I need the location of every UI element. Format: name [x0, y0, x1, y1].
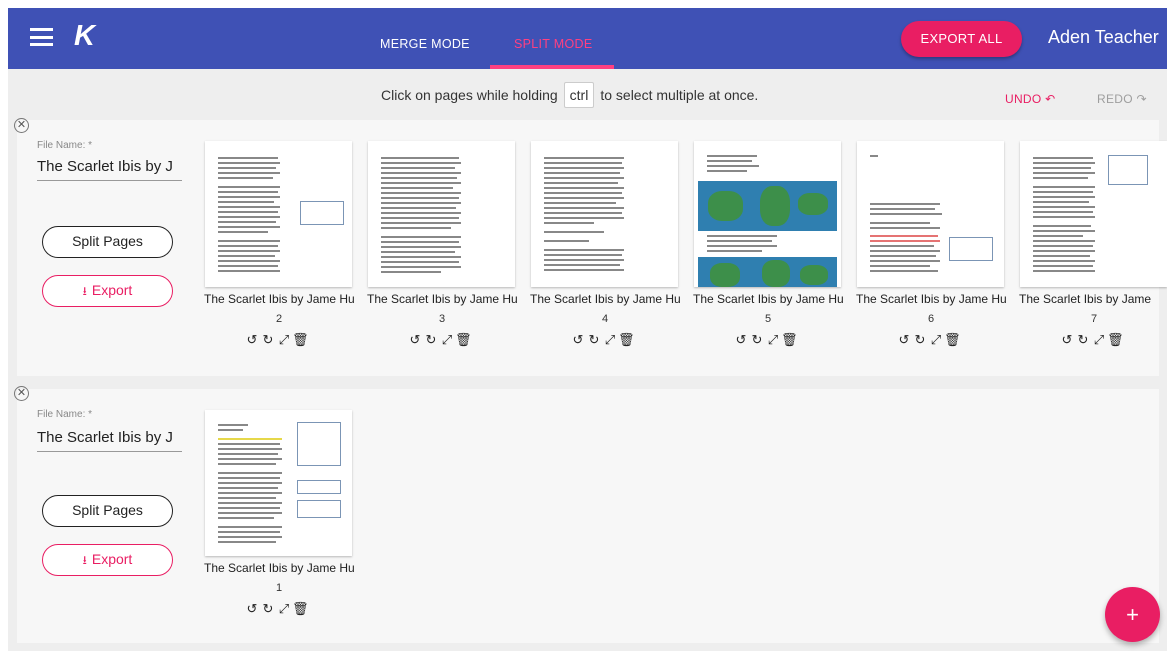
page-number: 2: [275, 313, 283, 325]
page-actions: ↺ ↻ ⤢ 🗑: [244, 332, 309, 348]
page-thumbnail[interactable]: [531, 141, 678, 287]
delete-icon[interactable]: 🗑: [781, 332, 798, 348]
page-number: 3: [438, 313, 446, 325]
split-pages-button[interactable]: Split Pages: [42, 495, 173, 527]
redo-button[interactable]: REDO ↷: [1097, 92, 1147, 106]
page-number: 7: [1090, 313, 1098, 325]
rotate-left-icon[interactable]: ↺: [244, 332, 260, 348]
rotate-left-icon[interactable]: ↺: [244, 601, 260, 617]
file-name-input[interactable]: The Scarlet Ibis by J: [37, 429, 182, 452]
page-title: The Scarlet Ibis by Jame: [1019, 292, 1152, 306]
expand-icon[interactable]: ⤢: [928, 332, 944, 348]
delete-icon[interactable]: 🗑: [1107, 332, 1124, 348]
rotate-left-icon[interactable]: ↺: [733, 332, 749, 348]
page-actions: ↺ ↻ ⤢ 🗑: [896, 332, 961, 348]
app-logo: K: [74, 20, 95, 52]
page-thumbnail[interactable]: [1020, 141, 1167, 287]
expand-icon[interactable]: ⤢: [602, 332, 618, 348]
page-thumbnail[interactable]: [857, 141, 1004, 287]
page-number: 4: [601, 313, 609, 325]
export-label: Export: [91, 282, 133, 298]
rotate-left-icon[interactable]: ↺: [1059, 332, 1075, 348]
rotate-left-icon[interactable]: ↺: [896, 332, 912, 348]
rotate-right-icon[interactable]: ↻: [749, 332, 765, 348]
expand-icon[interactable]: ⤢: [276, 601, 292, 617]
file-name-label: File Name: *: [37, 140, 93, 151]
page-number: 5: [764, 313, 772, 325]
rotate-right-icon[interactable]: ↻: [260, 332, 276, 348]
page-actions: ↺ ↻ ⤢ 🗑: [407, 332, 472, 348]
page-title: The Scarlet Ibis by Jame Hu: [204, 292, 355, 306]
tab-merge-mode[interactable]: MERGE MODE: [380, 37, 470, 51]
page-title: The Scarlet Ibis by Jame Hu: [204, 561, 355, 575]
page-title: The Scarlet Ibis by Jame Hu: [856, 292, 1007, 306]
download-icon: ⭳: [82, 284, 87, 298]
menu-icon[interactable]: [30, 28, 53, 46]
page-thumbnail[interactable]: [368, 141, 515, 287]
page-thumbnail[interactable]: [205, 410, 352, 556]
expand-icon[interactable]: ⤢: [276, 332, 292, 348]
instruction-text: Click on pages while holding ctrl to selec…: [381, 82, 758, 108]
expand-icon[interactable]: ⤢: [1091, 332, 1107, 348]
page-title: The Scarlet Ibis by Jame Hu: [693, 292, 844, 306]
page-thumbnail[interactable]: [205, 141, 352, 287]
page-title: The Scarlet Ibis by Jame Hu: [530, 292, 681, 306]
file-name-input[interactable]: The Scarlet Ibis by J: [37, 158, 182, 181]
rotate-right-icon[interactable]: ↻: [423, 332, 439, 348]
instruction-post: to select multiple at once.: [600, 87, 759, 103]
split-pages-button[interactable]: Split Pages: [42, 226, 173, 258]
page-actions: ↺ ↻ ⤢ 🗑: [570, 332, 635, 348]
page-actions: ↺ ↻ ⤢ 🗑: [733, 332, 798, 348]
remove-file-button[interactable]: ✕: [14, 118, 29, 133]
file-panel: File Name: * The Scarlet Ibis by J Split…: [17, 389, 1159, 643]
export-button[interactable]: ⭳ Export: [42, 275, 173, 307]
expand-icon[interactable]: ⤢: [439, 332, 455, 348]
page-number: 6: [927, 313, 935, 325]
file-panel: File Name: * The Scarlet Ibis by J Split…: [17, 120, 1167, 376]
export-button[interactable]: ⭳ Export: [42, 544, 173, 576]
page-actions: ↺ ↻ ⤢ 🗑: [244, 601, 309, 617]
add-file-button[interactable]: +: [1105, 587, 1160, 642]
download-icon: ⭳: [82, 553, 87, 567]
app-bar: K MERGE MODE SPLIT MODE EXPORT ALL Aden …: [8, 8, 1167, 69]
page-title: The Scarlet Ibis by Jame Hu: [367, 292, 518, 306]
delete-icon[interactable]: 🗑: [292, 601, 309, 617]
remove-file-button[interactable]: ✕: [14, 386, 29, 401]
file-name-label: File Name: *: [37, 409, 93, 420]
rotate-right-icon[interactable]: ↻: [586, 332, 602, 348]
expand-icon[interactable]: ⤢: [765, 332, 781, 348]
rotate-right-icon[interactable]: ↻: [260, 601, 276, 617]
tab-split-mode[interactable]: SPLIT MODE: [514, 37, 592, 51]
rotate-right-icon[interactable]: ↻: [912, 332, 928, 348]
delete-icon[interactable]: 🗑: [944, 332, 961, 348]
rotate-left-icon[interactable]: ↺: [570, 332, 586, 348]
delete-icon[interactable]: 🗑: [618, 332, 635, 348]
page-actions: ↺ ↻ ⤢ 🗑: [1059, 332, 1124, 348]
page-thumbnail[interactable]: [694, 141, 841, 287]
delete-icon[interactable]: 🗑: [455, 332, 472, 348]
export-label: Export: [91, 551, 133, 567]
ctrl-key-badge: ctrl: [563, 82, 595, 108]
rotate-right-icon[interactable]: ↻: [1075, 332, 1091, 348]
user-name[interactable]: Aden Teacher: [1048, 27, 1159, 48]
instruction-pre: Click on pages while holding: [381, 87, 558, 103]
export-all-button[interactable]: EXPORT ALL: [901, 21, 1022, 57]
page-number: 1: [275, 582, 283, 594]
delete-icon[interactable]: 🗑: [292, 332, 309, 348]
undo-button[interactable]: UNDO ↶: [1005, 92, 1056, 106]
rotate-left-icon[interactable]: ↺: [407, 332, 423, 348]
